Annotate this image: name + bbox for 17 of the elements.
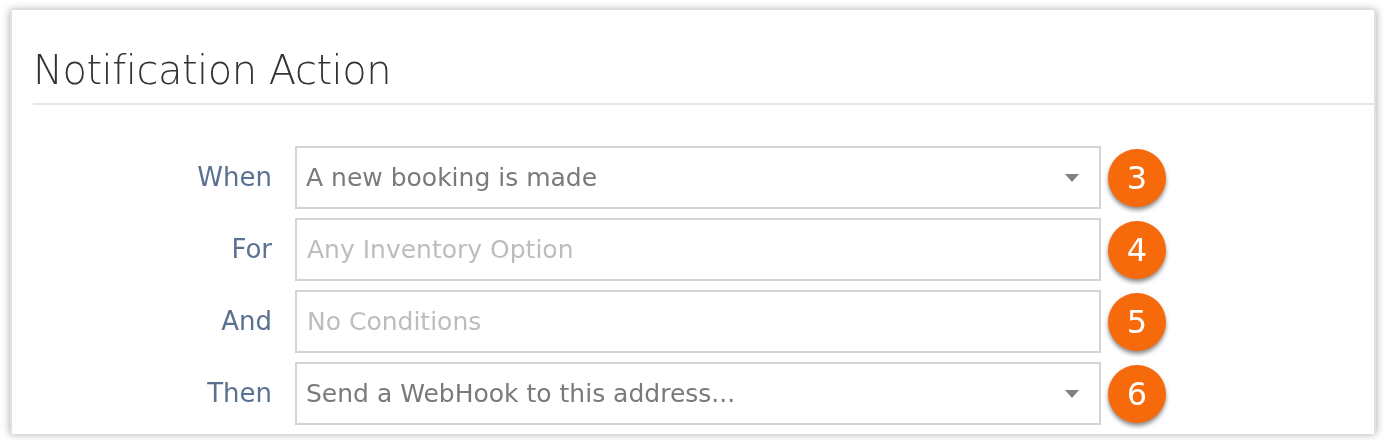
section-title: Notification Action [33,46,392,94]
field-label: For [230,233,273,266]
step-number-badge: 6 [1108,364,1166,423]
field-label: And [220,305,273,338]
dropdown-value: Send a WebHook to this address... [306,377,737,410]
step-number-badge: 4 [1108,220,1166,279]
caret-icon [1065,389,1079,398]
dropdown-field[interactable]: Send a WebHook to this address... [295,362,1101,425]
dropdown-value: A new booking is made [306,161,599,194]
step-number-badge: 3 [1108,148,1166,207]
step-number-badge: 5 [1108,292,1166,351]
caret-icon [1065,173,1079,182]
dropdown-field[interactable]: A new booking is made [295,146,1101,209]
input-field[interactable]: Any Inventory Option [295,218,1101,281]
input-field[interactable]: No Conditions [295,290,1101,353]
field-label: Then [206,377,273,410]
field-label: When [196,161,273,194]
